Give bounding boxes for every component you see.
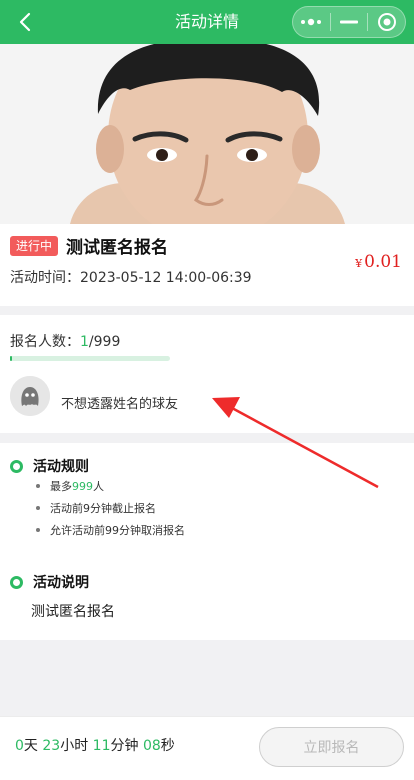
section-dot-icon bbox=[10, 460, 23, 473]
rule-item-prefix: 最多 bbox=[50, 480, 72, 493]
mini-program-capsule bbox=[292, 6, 406, 38]
signup-count-max: 999 bbox=[93, 334, 121, 350]
activity-title: 测试匿名报名 bbox=[66, 238, 168, 258]
more-dots-icon[interactable] bbox=[293, 7, 330, 37]
member-avatar[interactable] bbox=[10, 376, 50, 416]
signup-button[interactable]: 立即报名 bbox=[259, 727, 404, 767]
rules-card: 活动规则 最多999人 活动前9分钟截止报名 允许活动前99分钟取消报名 活动说… bbox=[0, 443, 414, 640]
minimize-icon[interactable] bbox=[331, 7, 368, 37]
countdown-hours-unit: 小时 bbox=[60, 738, 89, 754]
signup-count-current: 1 bbox=[80, 334, 89, 350]
activity-cover-photo bbox=[0, 44, 414, 224]
rule-item-suffix: 人 bbox=[93, 480, 104, 493]
countdown-timer: 0天 23小时 11分钟 08秒 bbox=[15, 735, 175, 755]
countdown-minutes-unit: 分钟 bbox=[110, 738, 139, 754]
activity-price: ¥0.01 bbox=[355, 252, 402, 272]
countdown-seconds: 08 bbox=[142, 738, 161, 754]
activity-time-label: 活动时间： bbox=[10, 270, 80, 286]
price-value: 0.01 bbox=[364, 252, 402, 272]
rule-item-max-people: 最多999人 bbox=[36, 478, 104, 494]
signup-count: 报名人数：1/999 bbox=[10, 331, 120, 351]
rule-item-deadline: 活动前9分钟截止报名 bbox=[36, 500, 156, 516]
member-name: 不想透露姓名的球友 bbox=[61, 397, 179, 412]
rule-item-highlight: 999 bbox=[72, 480, 93, 493]
signup-progress-fill bbox=[10, 356, 12, 361]
bottom-action-bar: 0天 23小时 11分钟 08秒 立即报名 bbox=[0, 716, 414, 780]
nav-bar: 活动详情 bbox=[0, 0, 414, 44]
signup-progress-bar bbox=[10, 356, 170, 361]
countdown-hours: 23 bbox=[42, 738, 61, 754]
countdown-days-unit: 天 bbox=[23, 738, 38, 754]
activity-header-card: 进行中 测试匿名报名 ¥0.01 活动时间：2023-05-12 14:00-0… bbox=[0, 224, 414, 306]
section-dot-icon bbox=[10, 576, 23, 589]
description-title: 活动说明 bbox=[33, 575, 89, 591]
activity-time: 活动时间：2023-05-12 14:00-06:39 bbox=[10, 267, 252, 287]
activity-time-value: 2023-05-12 14:00-06:39 bbox=[80, 270, 252, 286]
signup-count-card: 报名人数：1/999 不想透露姓名的球友 bbox=[0, 315, 414, 433]
status-badge: 进行中 bbox=[10, 236, 59, 256]
rules-title: 活动规则 bbox=[33, 459, 89, 475]
countdown-seconds-unit: 秒 bbox=[160, 738, 175, 754]
countdown-days: 0 bbox=[15, 738, 24, 754]
countdown-minutes: 11 bbox=[92, 738, 111, 754]
description-text: 测试匿名报名 bbox=[31, 604, 115, 620]
rule-item-deadline-text: 活动前9分钟截止报名 bbox=[50, 502, 156, 515]
close-target-icon[interactable] bbox=[368, 7, 405, 37]
signup-count-label: 报名人数： bbox=[10, 334, 80, 350]
rule-item-cancel-text: 允许活动前99分钟取消报名 bbox=[50, 524, 185, 537]
price-currency: ¥ bbox=[355, 257, 363, 270]
rule-item-cancel: 允许活动前99分钟取消报名 bbox=[36, 522, 185, 538]
